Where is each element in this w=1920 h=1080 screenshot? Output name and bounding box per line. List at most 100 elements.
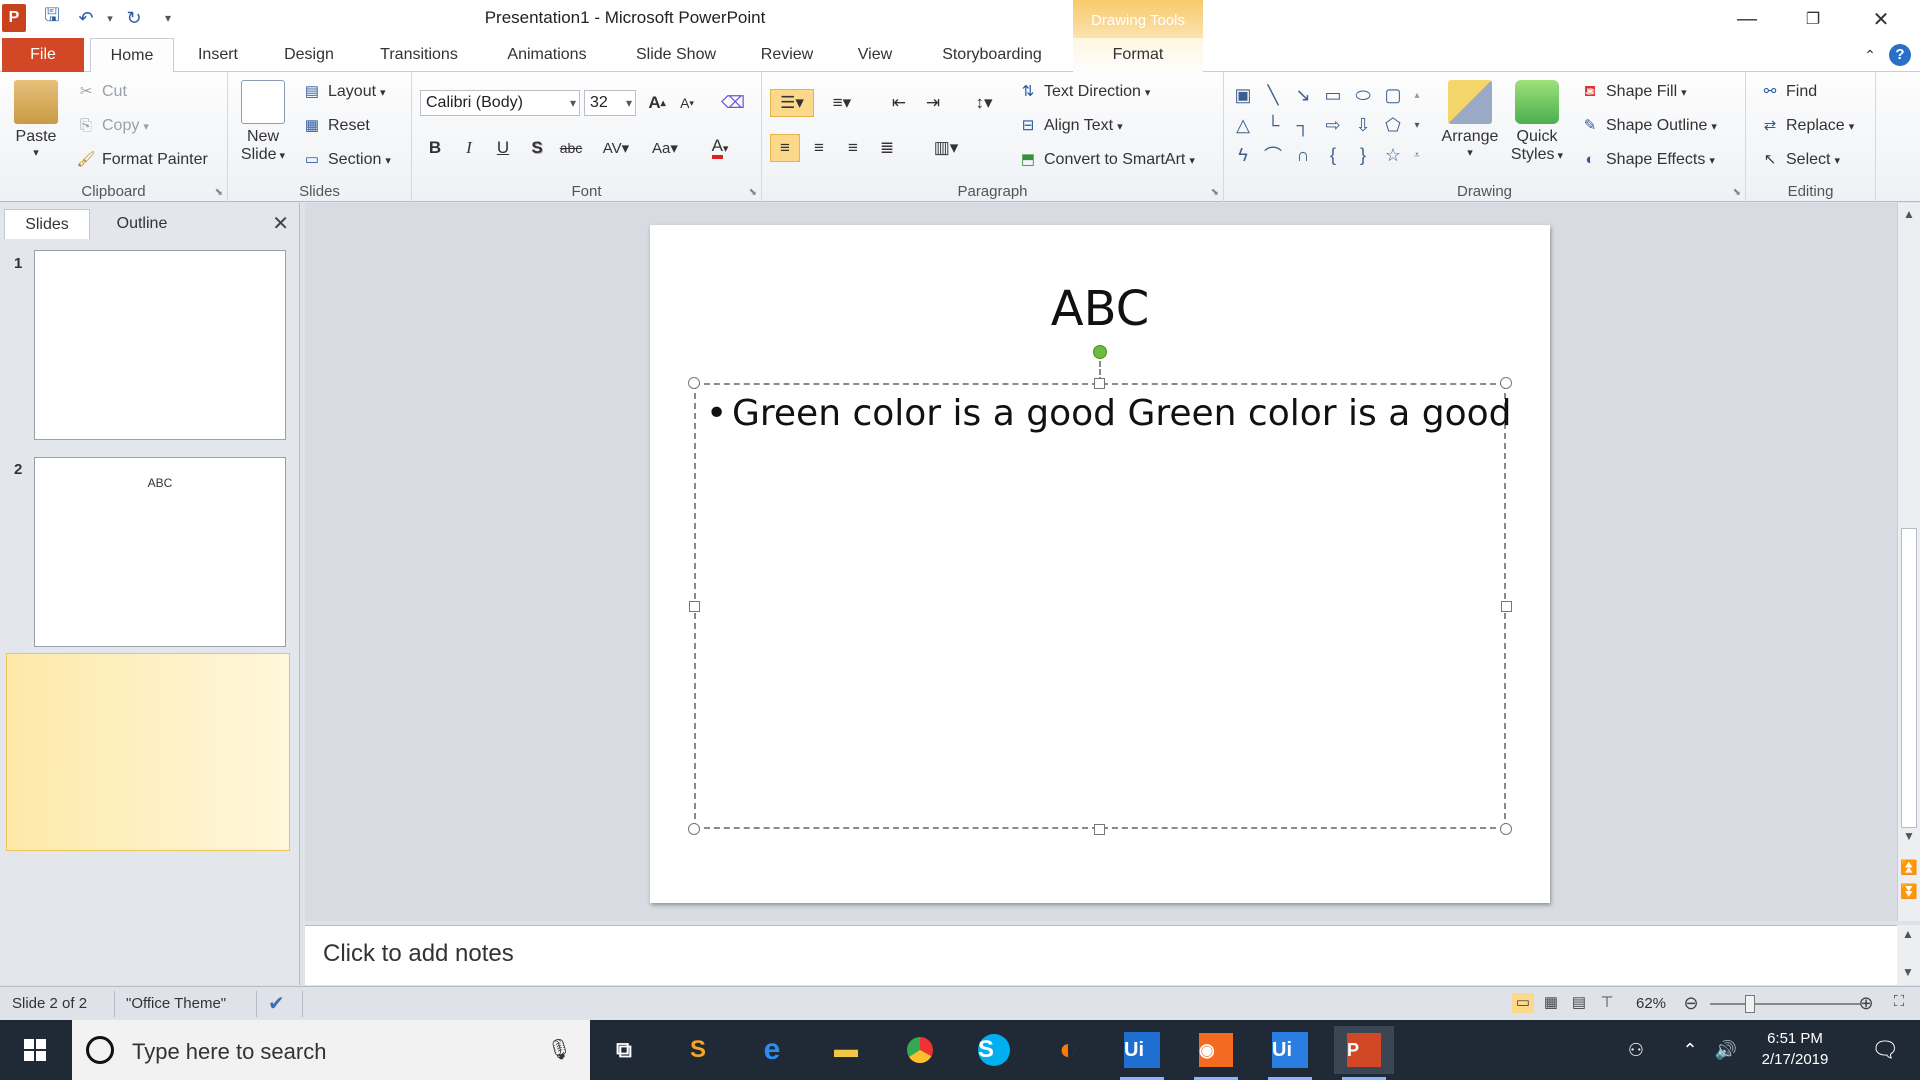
rounded-rectangle-shape-icon[interactable]: ▢ — [1380, 82, 1406, 108]
reset-button[interactable]: ▦ Reset — [302, 116, 370, 136]
font-size-combo[interactable]: 32 — [584, 90, 636, 116]
zoom-slider[interactable] — [1710, 1003, 1860, 1005]
align-text-button[interactable]: ⊟ Align Text ▾ — [1018, 116, 1123, 136]
zoom-level[interactable]: 62% — [1636, 995, 1666, 1012]
resize-handle-bottom[interactable] — [1094, 824, 1105, 835]
vertical-scrollbar[interactable]: ▲ ▼ ⏫ ⏬ — [1897, 203, 1920, 921]
taskbar-search-box[interactable]: Type here to search 🎙 — [72, 1020, 590, 1080]
left-brace-shape-icon[interactable]: { — [1320, 142, 1346, 168]
align-left-icon[interactable]: ≡ — [770, 134, 800, 162]
normal-view-icon[interactable]: ▭ — [1512, 993, 1534, 1013]
resize-handle-right[interactable] — [1501, 601, 1512, 612]
align-center-icon[interactable]: ≡ — [804, 134, 834, 162]
elbow-arrow-shape-icon[interactable]: ┐ — [1290, 112, 1316, 138]
spell-check-icon[interactable]: ✔ — [268, 991, 285, 1016]
close-pane-icon[interactable]: ✕ — [272, 211, 289, 236]
right-arrow-shape-icon[interactable]: ⇨ — [1320, 112, 1346, 138]
find-button[interactable]: ⚯ Find — [1760, 82, 1817, 102]
tab-animations[interactable]: Animations — [494, 38, 600, 72]
line-spacing-icon[interactable]: ↕▾ — [964, 89, 1004, 117]
tab-storyboarding[interactable]: Storyboarding — [928, 38, 1056, 72]
slide-show-view-icon[interactable]: ⊤ — [1596, 993, 1618, 1013]
arrange-button[interactable]: Arrange ▾ — [1438, 80, 1502, 159]
gallery-more-icon[interactable]: ⩡ — [1408, 142, 1426, 168]
skype-icon[interactable]: S — [964, 1026, 1024, 1074]
right-brace-shape-icon[interactable]: } — [1350, 142, 1376, 168]
format-painter-button[interactable]: 🖌 Format Painter — [76, 150, 207, 170]
curve-shape-icon[interactable]: ∩ — [1290, 142, 1316, 168]
resize-handle-left[interactable] — [689, 601, 700, 612]
orange-app-icon[interactable]: ◉ — [1186, 1026, 1246, 1080]
tab-outline[interactable]: Outline — [96, 209, 188, 239]
zoom-slider-thumb[interactable] — [1745, 995, 1755, 1013]
change-case-icon[interactable]: Aa▾ — [644, 134, 686, 162]
tab-transitions[interactable]: Transitions — [368, 38, 470, 72]
underline-icon[interactable]: U — [488, 134, 518, 162]
font-name-combo[interactable]: Calibri (Body) — [420, 90, 580, 116]
volume-icon[interactable]: 🔊 — [1708, 1020, 1744, 1080]
elbow-connector-shape-icon[interactable]: └ — [1260, 112, 1286, 138]
font-color-icon[interactable]: A ▾ — [700, 134, 740, 162]
bullets-icon[interactable]: ☰▾ — [770, 89, 814, 117]
slide-title[interactable]: ABC — [650, 281, 1550, 337]
edge-icon[interactable]: e — [742, 1026, 802, 1074]
shape-effects-button[interactable]: ◐ Shape Effects ▾ — [1580, 150, 1714, 170]
people-icon[interactable]: ⚇ — [1614, 1020, 1658, 1080]
microphone-icon[interactable]: 🎙 — [547, 1037, 572, 1062]
tab-view[interactable]: View — [846, 38, 904, 72]
resize-handle-top[interactable] — [1094, 378, 1105, 389]
decrease-indent-icon[interactable]: ⇤ — [884, 89, 914, 117]
slide-sorter-view-icon[interactable]: ▦ — [1540, 993, 1562, 1013]
shape-outline-button[interactable]: ✎ Shape Outline ▾ — [1580, 116, 1717, 136]
uipath-studio-icon[interactable]: Ui — [1112, 1026, 1172, 1080]
resize-handle-top-left[interactable] — [688, 377, 700, 389]
section-button[interactable]: ▭ Section ▾ — [302, 150, 391, 170]
action-center-icon[interactable]: 🗨 — [1850, 1020, 1920, 1080]
arrow-line-shape-icon[interactable]: ↘ — [1290, 82, 1316, 108]
scroll-down-icon[interactable]: ▼ — [1898, 829, 1920, 843]
minimize-button[interactable]: — — [1714, 0, 1780, 38]
gallery-scroll-up-icon[interactable]: ▴ — [1408, 82, 1426, 108]
paragraph-dialog-launcher-icon[interactable]: ⬊ — [1211, 187, 1219, 198]
freeform-shape-icon[interactable]: ⬠ — [1380, 112, 1406, 138]
rotation-handle[interactable] — [1093, 345, 1107, 359]
close-button[interactable]: ✕ — [1848, 0, 1914, 38]
grow-font-icon[interactable]: A ▴ — [642, 89, 672, 117]
text-shadow-icon[interactable]: S — [522, 134, 552, 162]
drawing-dialog-launcher-icon[interactable]: ⬊ — [1733, 187, 1741, 198]
slide-canvas[interactable]: ABC • Green color is a good Green color i… — [650, 225, 1550, 903]
tab-home[interactable]: Home — [90, 38, 174, 73]
scribble-shape-icon[interactable]: ϟ — [1230, 142, 1256, 168]
minimize-ribbon-icon[interactable]: ⌃ — [1858, 38, 1882, 72]
character-spacing-icon[interactable]: AV▾ — [596, 134, 636, 162]
oval-shape-icon[interactable]: ⬭ — [1350, 82, 1376, 108]
notes-placeholder[interactable]: Click to add notes — [323, 940, 514, 968]
align-right-icon[interactable]: ≡ — [838, 134, 868, 162]
tab-file[interactable]: File — [2, 38, 84, 72]
task-view-icon[interactable]: ⧉ — [594, 1026, 654, 1074]
layout-button[interactable]: ▤ Layout ▾ — [302, 82, 386, 102]
line-shape-icon[interactable]: ╲ — [1260, 82, 1286, 108]
notes-pane[interactable]: Click to add notes — [305, 925, 1897, 985]
tab-format[interactable]: Format — [1073, 38, 1203, 72]
sublime-text-icon[interactable]: S — [668, 1026, 728, 1074]
cut-button[interactable]: ✂ Cut — [76, 82, 127, 102]
uipath-robot-icon[interactable]: Ui — [1260, 1026, 1320, 1080]
italic-icon[interactable]: I — [454, 134, 484, 162]
scrollbar-thumb[interactable] — [1901, 528, 1917, 828]
scroll-up-icon[interactable]: ▲ — [1898, 207, 1920, 221]
resize-handle-bottom-left[interactable] — [688, 823, 700, 835]
paste-button[interactable]: Paste ▾ — [8, 80, 64, 159]
convert-smartart-button[interactable]: ⬒ Convert to SmartArt ▾ — [1018, 150, 1195, 170]
resize-handle-top-right[interactable] — [1500, 377, 1512, 389]
increase-indent-icon[interactable]: ⇥ — [918, 89, 948, 117]
copy-button[interactable]: ⎘ Copy ▾ — [76, 116, 149, 136]
arc-shape-icon[interactable]: ⌒ — [1260, 142, 1286, 168]
theme-name[interactable]: "Office Theme" — [126, 995, 226, 1012]
fit-to-window-icon[interactable]: ⛶ — [1888, 993, 1910, 1013]
system-clock[interactable]: 6:51 PM 2/17/2019 — [1740, 1028, 1850, 1070]
strikethrough-icon[interactable]: abc — [556, 134, 586, 162]
notes-scrollbar[interactable]: ▲ ▼ — [1897, 925, 1920, 985]
chrome-icon[interactable] — [890, 1026, 950, 1074]
bullet-item[interactable]: • Green color is a good Green color is a … — [706, 393, 1511, 434]
